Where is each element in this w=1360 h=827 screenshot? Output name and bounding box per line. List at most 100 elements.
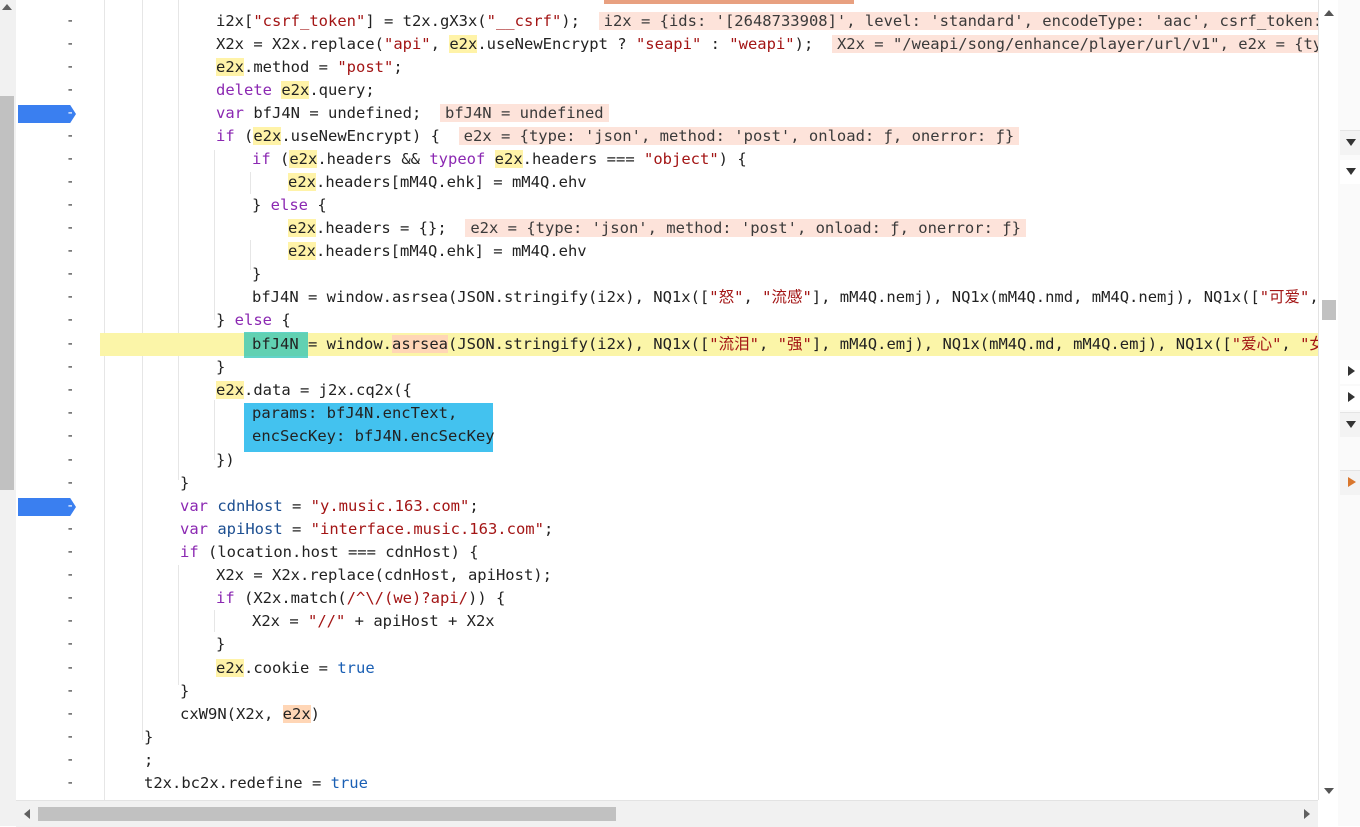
code-line[interactable]: - e2x.headers[mM4Q.ehk] = mM4Q.ehv (16, 171, 1318, 194)
code-line[interactable]: - cxW9N(X2x, e2x) (16, 703, 1318, 726)
code-line[interactable]: - } (16, 356, 1318, 379)
code-line[interactable]: - bfJ4N = window.asrsea(JSON.stringify(i… (16, 286, 1318, 309)
scroll-up-arrow-icon[interactable] (2, 4, 12, 10)
paused-location-indicator[interactable] (1340, 470, 1360, 495)
code-line[interactable]: - e2x.headers[mM4Q.ehk] = mM4Q.ehv (16, 240, 1318, 263)
line-gutter[interactable]: - (16, 333, 102, 356)
line-gutter[interactable]: - (16, 749, 102, 772)
line-gutter[interactable]: - (16, 356, 102, 379)
line-gutter[interactable]: - (16, 263, 102, 286)
line-gutter[interactable]: - (16, 217, 102, 240)
search-match-indicator (604, 0, 854, 4)
code-text: if (X2x.match(/^\/(we)?api/)) { (216, 589, 506, 607)
scroll-down-arrow-icon[interactable] (1324, 788, 1334, 794)
code-line[interactable]: - encSecKey: bfJ4N.encSecKey (16, 425, 1318, 448)
scroll-left-arrow-icon[interactable] (24, 809, 30, 819)
line-gutter[interactable]: - (16, 587, 102, 610)
line-gutter[interactable]: - (16, 680, 102, 703)
line-gutter[interactable]: - (16, 541, 102, 564)
line-gutter[interactable]: - (16, 703, 102, 726)
code-line[interactable]: - e2x.method = "post"; (16, 56, 1318, 79)
horizontal-scrollbar-thumb[interactable] (38, 807, 616, 821)
line-gutter[interactable]: - (16, 240, 102, 263)
line-gutter[interactable]: - (16, 772, 102, 795)
line-gutter[interactable]: - (16, 125, 102, 148)
code-line[interactable]: - ; (16, 749, 1318, 772)
line-gutter[interactable]: - (16, 564, 102, 587)
line-gutter[interactable]: - (16, 148, 102, 171)
line-gutter[interactable]: - (16, 171, 102, 194)
code-line[interactable]: - var apiHost = "interface.music.163.com… (16, 518, 1318, 541)
code-line[interactable]: - X2x = X2x.replace(cdnHost, apiHost); (16, 564, 1318, 587)
code-line[interactable]: - } else { (16, 194, 1318, 217)
line-gutter[interactable]: - (16, 472, 102, 495)
code-line[interactable]: - } (16, 680, 1318, 703)
code-line[interactable]: - e2x.headers = {}; e2x = {type: 'json',… (16, 217, 1318, 240)
line-gutter[interactable]: - (16, 10, 102, 33)
code-line[interactable]: - e2x.data = j2x.cq2x({ (16, 379, 1318, 402)
line-gutter[interactable]: - (16, 56, 102, 79)
code-line[interactable]: - } else { (16, 309, 1318, 332)
line-gutter[interactable]: - (16, 610, 102, 633)
code-line[interactable]: - X2x = X2x.replace("api", e2x.useNewEnc… (16, 33, 1318, 56)
line-gutter[interactable]: - (16, 33, 102, 56)
code-line[interactable]: - delete e2x.query; (16, 79, 1318, 102)
line-gutter[interactable]: - (16, 102, 102, 125)
code-line[interactable]: - e2x.cookie = true (16, 657, 1318, 680)
code-line[interactable]: - if (e2x.useNewEncrypt) { e2x = {type: … (16, 125, 1318, 148)
line-gutter[interactable]: - (16, 726, 102, 749)
code-text: e2x.method = "post"; (216, 58, 403, 76)
outer-scrollbar-thumb[interactable] (0, 96, 14, 490)
code-line[interactable]: - } (16, 633, 1318, 656)
tree-expander[interactable] (1340, 360, 1360, 384)
code-text: } (180, 474, 190, 492)
code-line-current[interactable]: - bfJ4N = window.asrsea(JSON.stringify(i… (16, 333, 1318, 356)
outer-vertical-scrollbar[interactable] (0, 0, 16, 826)
scroll-right-arrow-icon[interactable] (1304, 809, 1310, 819)
line-gutter[interactable]: - (16, 449, 102, 472)
code-line[interactable]: - var cdnHost = "y.music.163.com"; (16, 495, 1318, 518)
code-line[interactable]: - X2x = "//" + apiHost + X2x (16, 610, 1318, 633)
code-editor[interactable]: - i2x["csrf_token"] = t2x.gX3x("__csrf")… (16, 0, 1318, 800)
line-gutter[interactable]: - (16, 194, 102, 217)
code-line[interactable]: - var bfJ4N = undefined; bfJ4N = undefin… (16, 102, 1318, 125)
code-line[interactable]: - if (e2x.headers && typeof e2x.headers … (16, 148, 1318, 171)
code-line[interactable]: - t2x.bc2x.redefine = true (16, 772, 1318, 795)
code-text: e2x.data = j2x.cq2x({ (216, 381, 412, 399)
editor-scrollbar-thumb[interactable] (1322, 300, 1336, 320)
line-gutter[interactable]: - (16, 633, 102, 656)
line-gutter[interactable]: - (16, 402, 102, 425)
code-line[interactable]: - if (location.host === cdnHost) { (16, 541, 1318, 564)
horizontal-scrollbar[interactable] (16, 800, 1318, 827)
line-gutter[interactable]: - (16, 379, 102, 402)
line-gutter[interactable]: - (16, 79, 102, 102)
code-line[interactable]: - } (16, 726, 1318, 749)
code-line[interactable]: - i2x["csrf_token"] = t2x.gX3x("__csrf")… (16, 10, 1318, 33)
scroll-up-arrow-icon[interactable] (1324, 10, 1334, 16)
line-gutter[interactable]: - (16, 309, 102, 332)
code-text: } (216, 635, 226, 653)
code-line[interactable]: - }) (16, 449, 1318, 472)
code-line[interactable]: - } (16, 263, 1318, 286)
tree-expander[interactable] (1340, 386, 1360, 410)
section-toggle[interactable] (1340, 412, 1360, 437)
line-gutter[interactable]: - (16, 518, 102, 541)
line-gutter[interactable]: - (16, 286, 102, 309)
code-line[interactable]: - if (X2x.match(/^\/(we)?api/)) { (16, 587, 1318, 610)
inline-value-preview: X2x = "/weapi/song/enhance/player/url/v1… (831, 35, 1318, 53)
code-text: }) (216, 451, 235, 469)
line-gutter[interactable]: - (16, 495, 102, 518)
code-text: e2x.headers = {}; e2x = {type: 'json', m… (288, 219, 1026, 238)
code-line[interactable]: - } (16, 472, 1318, 495)
editor-vertical-scrollbar[interactable] (1318, 0, 1339, 800)
code-text: var apiHost = "interface.music.163.com"; (180, 520, 554, 538)
section-toggle[interactable] (1340, 130, 1360, 155)
code-line[interactable]: - params: bfJ4N.encText, (16, 402, 1318, 425)
section-toggle[interactable] (1340, 160, 1360, 184)
line-gutter[interactable]: - (16, 657, 102, 680)
code-text: e2x.headers[mM4Q.ehk] = mM4Q.ehv (288, 242, 587, 260)
breakpoint-marker[interactable]: - (18, 105, 76, 123)
code-text: } (252, 265, 262, 283)
line-gutter[interactable]: - (16, 425, 102, 448)
breakpoint-marker[interactable]: - (18, 498, 76, 516)
